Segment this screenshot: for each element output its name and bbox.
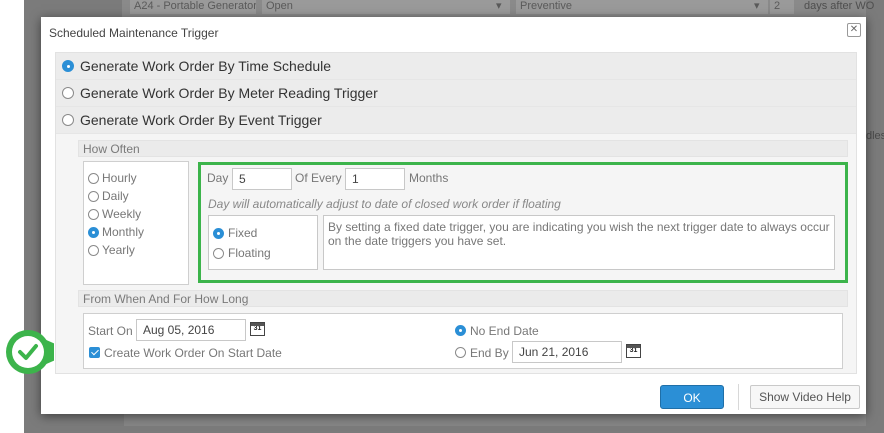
- start-on-label: Start On: [88, 324, 133, 338]
- radio-floating[interactable]: [213, 247, 224, 259]
- show-video-help-button[interactable]: Show Video Help: [750, 385, 860, 409]
- freq-hourly-label: Hourly: [102, 171, 137, 185]
- end-by-input[interactable]: Jun 21, 2016: [512, 341, 622, 363]
- dialog-title: Scheduled Maintenance Trigger: [49, 26, 219, 40]
- radio-weekly[interactable]: [88, 208, 99, 220]
- freq-monthly-label: Monthly: [102, 225, 145, 239]
- freq-monthly[interactable]: Monthly: [88, 225, 144, 239]
- radio-no-end-date[interactable]: [455, 325, 466, 336]
- checkmark-badge-icon: [6, 330, 54, 374]
- no-end-date-label: No End Date: [470, 324, 539, 338]
- mode-event-trigger-label: Generate Work Order By Event Trigger: [80, 112, 322, 128]
- button-separator: [738, 384, 739, 410]
- freq-daily[interactable]: Daily: [88, 189, 129, 203]
- mode-meter-reading-label: Generate Work Order By Meter Reading Tri…: [80, 85, 378, 101]
- background-after-cell: days after WO: [804, 0, 875, 12]
- option-fixed[interactable]: Fixed: [213, 226, 257, 240]
- freq-weekly-label: Weekly: [102, 207, 142, 221]
- background-type-cell: Preventive: [516, 0, 750, 14]
- radio-fixed[interactable]: [213, 227, 224, 239]
- radio-monthly[interactable]: [88, 226, 99, 238]
- freq-hourly[interactable]: Hourly: [88, 171, 137, 185]
- create-wo-checkbox[interactable]: [89, 347, 100, 358]
- from-when-header: From When And For How Long: [78, 290, 848, 307]
- radio-yearly[interactable]: [88, 244, 99, 256]
- background-dropdown-icon: ▾: [492, 0, 510, 14]
- scheduled-maintenance-dialog: Scheduled Maintenance Trigger ✕ Generate…: [41, 17, 866, 414]
- start-on-input[interactable]: Aug 05, 2016: [136, 319, 246, 341]
- radio-event-trigger[interactable]: [62, 114, 74, 126]
- background-row-label: A24 - Portable Generator 2: [130, 0, 256, 14]
- option-floating[interactable]: Floating: [213, 246, 271, 260]
- start-calendar-icon[interactable]: 31: [250, 322, 265, 336]
- end-calendar-icon[interactable]: 31: [626, 344, 641, 358]
- mode-event-trigger[interactable]: Generate Work Order By Event Trigger: [56, 107, 856, 134]
- background-footer: [124, 414, 866, 426]
- mode-meter-reading[interactable]: Generate Work Order By Meter Reading Tri…: [56, 80, 856, 107]
- ok-button[interactable]: OK: [660, 385, 724, 409]
- radio-hourly[interactable]: [88, 172, 99, 184]
- monthly-settings-highlight: Day 5 Of Every 1 Months Day will automat…: [198, 162, 848, 283]
- day-label: Day: [207, 171, 229, 185]
- trigger-description: By setting a fixed date trigger, you are…: [323, 215, 835, 270]
- fixed-label: Fixed: [228, 226, 258, 240]
- background-status-cell: Open: [262, 0, 496, 14]
- freq-yearly-label: Yearly: [102, 243, 135, 257]
- freq-yearly[interactable]: Yearly: [88, 243, 135, 257]
- radio-meter-reading[interactable]: [62, 87, 74, 99]
- close-button[interactable]: ✕: [847, 23, 861, 37]
- background-side-text: dles: [866, 130, 884, 142]
- background-dropdown-icon: ▾: [750, 0, 768, 14]
- radio-end-by[interactable]: [455, 347, 466, 358]
- date-range-panel: Start On Aug 05, 2016 31 Create Work Ord…: [83, 313, 843, 369]
- trigger-frame: Generate Work Order By Time Schedule Gen…: [55, 52, 857, 374]
- floating-label: Floating: [228, 246, 271, 260]
- mode-time-schedule[interactable]: Generate Work Order By Time Schedule: [56, 53, 856, 80]
- how-often-header: How Often: [78, 140, 848, 157]
- floating-note: Day will automatically adjust to date of…: [208, 197, 561, 211]
- freq-weekly[interactable]: Weekly: [88, 207, 141, 221]
- day-input[interactable]: 5: [232, 168, 292, 190]
- create-wo-label: Create Work Order On Start Date: [104, 346, 282, 360]
- months-label: Months: [409, 171, 449, 185]
- end-by-label: End By: [470, 346, 509, 360]
- freq-daily-label: Daily: [102, 189, 129, 203]
- fixed-floating-options: Fixed Floating: [208, 215, 318, 270]
- radio-time-schedule[interactable]: [62, 60, 74, 72]
- of-every-label: Of Every: [295, 171, 342, 185]
- mode-time-schedule-label: Generate Work Order By Time Schedule: [80, 58, 332, 74]
- background-num-cell: 2: [770, 0, 794, 14]
- of-every-input[interactable]: 1: [345, 168, 405, 190]
- badge-inner-circle: [12, 336, 44, 368]
- radio-daily[interactable]: [88, 190, 99, 202]
- frequency-options: Hourly Daily Weekly Monthly Yearly: [83, 161, 189, 285]
